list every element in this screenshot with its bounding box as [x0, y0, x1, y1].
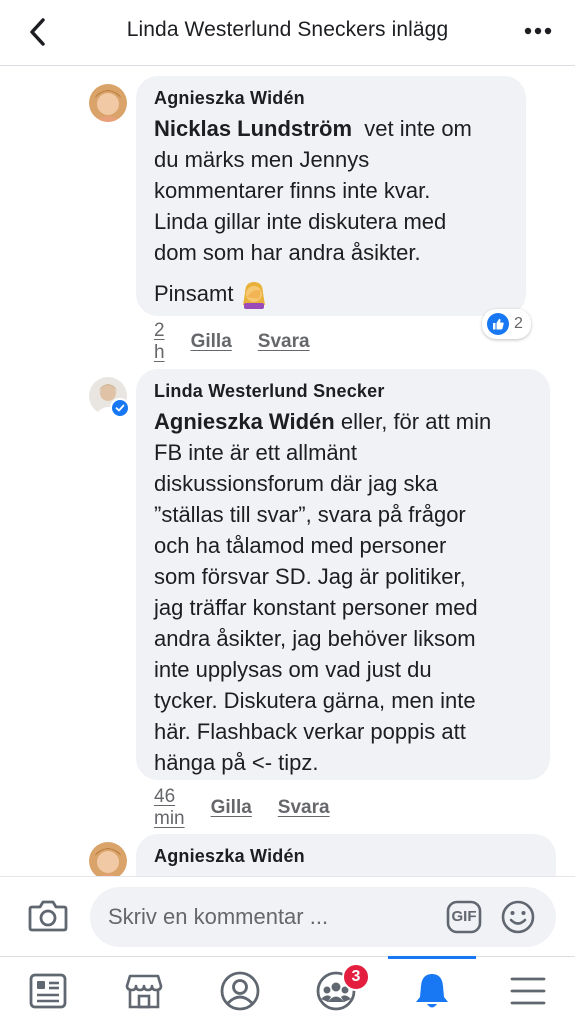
comment-author[interactable]: Agnieszka Widén	[154, 846, 538, 867]
comment-line: hänga på <- tipz.	[154, 750, 319, 775]
comment-line: eller, för att min	[340, 409, 492, 434]
marketplace-icon	[125, 974, 163, 1009]
comment-text: Agnieszka Widén eller, för att min FB in…	[154, 406, 532, 778]
comment-line: jag träffar konstant personer med	[154, 595, 478, 620]
comment-line: och ha tålamod med personer	[154, 533, 447, 558]
menu-icon	[510, 977, 546, 1005]
comment-line: som försvar SD. Jag är politiker,	[154, 564, 466, 589]
emoji-button[interactable]	[500, 899, 536, 935]
comment-line: kommentarer finns inte kvar.	[154, 178, 431, 203]
comment-text-2: Pinsamt	[154, 278, 508, 309]
comment-line: tycker. Diskutera gärna, men inte	[154, 688, 476, 713]
comment-line: diskussionsforum där jag ska	[154, 471, 438, 496]
comment-author[interactable]: Agnieszka Widén	[154, 88, 508, 109]
more-dots-icon	[524, 27, 552, 35]
reply-button[interactable]: Svara	[258, 331, 310, 353]
nav-profile[interactable]	[192, 957, 288, 1024]
mention-link[interactable]: Nicklas Lundström	[154, 116, 352, 141]
nav-marketplace[interactable]	[96, 957, 192, 1024]
comment-bubble: Agnieszka Widén Nicklas Lundström vet in…	[136, 76, 526, 316]
reply-button[interactable]: Svara	[278, 797, 330, 819]
comment-input-placeholder: Skriv en kommentar ...	[108, 904, 329, 929]
comment-line: dom som har andra åsikter.	[154, 240, 421, 265]
top-bar: Linda Westerlund Sneckers inlägg	[0, 0, 575, 66]
profile-icon	[220, 971, 260, 1011]
feed-icon	[29, 973, 67, 1009]
comment-bubble: Linda Westerlund Snecker Agnieszka Widén…	[136, 369, 550, 780]
like-button[interactable]: Gilla	[211, 797, 252, 819]
reaction-count-value: 2	[514, 315, 523, 332]
page-title: Linda Westerlund Sneckers inlägg	[126, 18, 449, 41]
mention-link[interactable]: Agnieszka Widén	[154, 409, 335, 434]
notifications-icon	[416, 974, 448, 1008]
nav-menu[interactable]	[480, 957, 575, 1024]
nav-notifications[interactable]	[384, 957, 480, 1024]
comment-author[interactable]: Linda Westerlund Snecker	[154, 381, 532, 402]
comment-line: Pinsamt	[154, 281, 234, 306]
comment-text: Nicklas Lundström vet inte om du märks m…	[154, 113, 508, 268]
more-options-button[interactable]	[523, 18, 553, 44]
camera-icon	[28, 900, 68, 932]
like-reaction-icon	[487, 313, 509, 335]
comment-line: inte upplysas om vad just du	[154, 657, 432, 682]
smiley-icon	[501, 900, 535, 934]
like-button[interactable]: Gilla	[191, 331, 232, 353]
comment-composer: Skriv en kommentar ... GIF	[0, 876, 575, 956]
comment-meta: 46 min Gilla Svara	[154, 786, 356, 830]
verified-badge	[110, 398, 130, 418]
avatar[interactable]	[89, 84, 127, 122]
comment-meta: 2 h Gilla Svara	[154, 320, 336, 364]
comment-line: Linda gillar inte diskutera med	[154, 209, 447, 234]
comment-input[interactable]: Skriv en kommentar ... GIF	[90, 887, 556, 947]
comment-timestamp[interactable]: 46 min	[154, 786, 185, 830]
avatar[interactable]	[89, 842, 127, 880]
facepalm-icon	[243, 281, 266, 309]
camera-button[interactable]	[28, 897, 72, 937]
gif-label: GIF	[451, 908, 477, 925]
comment-line: andra åsikter, jag behöver liksom	[154, 626, 476, 651]
nav-groups[interactable]: 3	[288, 957, 384, 1024]
facepalm-emoji	[239, 279, 269, 309]
bottom-navigation: 3	[0, 956, 575, 1024]
reaction-count[interactable]: 2	[482, 309, 531, 339]
comment-timestamp[interactable]: 2 h	[154, 320, 165, 364]
checkmark-icon	[115, 404, 125, 412]
comment-line: här. Flashback verkar poppis att	[154, 719, 466, 744]
groups-notification-badge: 3	[342, 963, 370, 991]
comment-line: du märks men Jennys	[154, 147, 370, 172]
user-photo-icon	[89, 842, 127, 880]
comment-line: FB inte är ett allmänt	[154, 440, 357, 465]
gif-button[interactable]: GIF	[446, 900, 482, 934]
comment-line: ”ställas till svar”, svara på frågor	[154, 502, 466, 527]
comment-line: vet inte om	[364, 116, 472, 141]
user-photo-icon	[89, 84, 127, 122]
nav-feed[interactable]	[0, 957, 96, 1024]
